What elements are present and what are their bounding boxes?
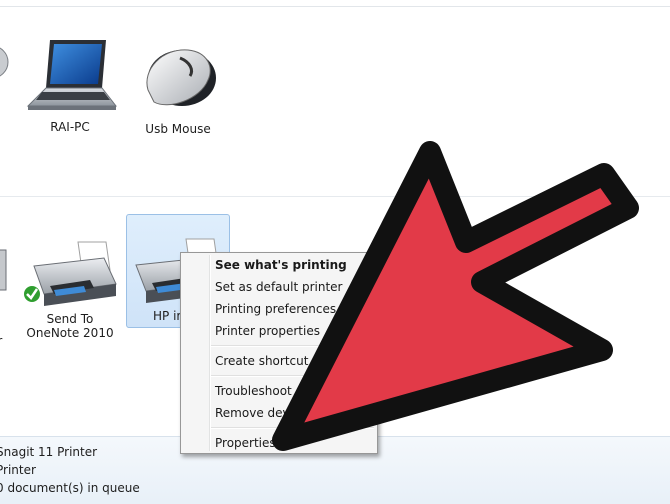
menu-item-set-default-printer[interactable]: Set as default printer <box>215 280 343 294</box>
printer-onenote-label-line1: Send To <box>46 312 94 326</box>
section-separator <box>0 196 670 197</box>
device-rai-pc-label: RAI-PC <box>50 120 90 134</box>
device-rai-pc[interactable]: RAI-PC <box>20 36 120 134</box>
device-usb-mouse-label: Usb Mouse <box>145 122 211 136</box>
menu-item-troubleshoot[interactable]: Troubleshoot <box>215 384 292 398</box>
printer-icon <box>0 249 7 291</box>
partial-device-top-label: k <box>0 132 14 134</box>
menu-separator <box>211 427 374 429</box>
mouse-icon <box>146 49 216 106</box>
printer-send-to-onenote[interactable]: Send To OneNote 2010 <box>20 236 120 340</box>
menu-item-printing-preferences[interactable]: Printing preferences <box>215 302 336 316</box>
details-status: 0 document(s) in queue <box>0 481 140 495</box>
menu-separator <box>211 375 374 377</box>
context-menu-gutter <box>209 255 211 451</box>
menu-item-printer-properties[interactable]: Printer properties <box>215 324 320 338</box>
partial-printer-label: er <box>0 334 10 348</box>
menu-item-create-shortcut[interactable]: Create shortcut <box>215 354 308 368</box>
top-strip <box>0 0 670 7</box>
context-menu: See what's printing Set as default print… <box>180 252 378 454</box>
menu-separator <box>211 345 374 347</box>
printer-icon <box>22 241 117 306</box>
details-category: Printer <box>0 463 36 477</box>
device-usb-mouse[interactable]: Usb Mouse <box>128 40 228 136</box>
menu-item-see-whats-printing[interactable]: See what's printing <box>215 258 347 272</box>
menu-item-properties[interactable]: Properties <box>215 436 276 450</box>
printer-onenote-label-line2: OneNote 2010 <box>26 326 114 340</box>
default-check-icon <box>22 284 42 304</box>
menu-item-remove-device[interactable]: Remove device <box>215 406 307 420</box>
disc-icon <box>0 47 9 77</box>
laptop-icon <box>26 40 118 110</box>
details-printer-name: Snagit 11 Printer <box>0 445 98 459</box>
partial-printer[interactable]: er <box>0 240 10 350</box>
partial-device-top[interactable]: k <box>0 34 14 134</box>
